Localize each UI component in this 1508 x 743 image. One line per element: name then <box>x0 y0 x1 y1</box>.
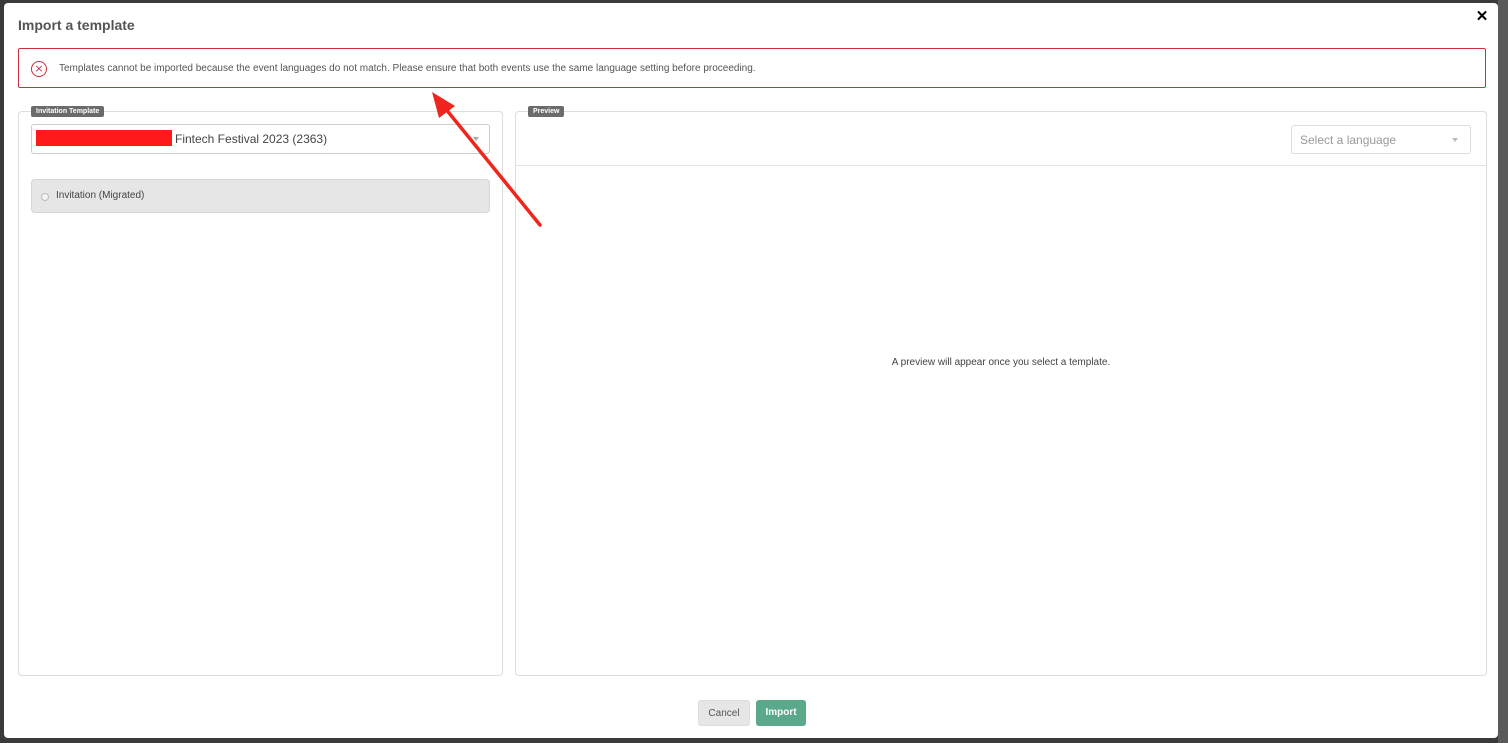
cancel-button[interactable]: Cancel <box>698 700 750 726</box>
panel-tag-invitation-template: Invitation Template <box>31 106 105 117</box>
error-alert: × Templates cannot be imported because t… <box>18 48 1486 88</box>
chevron-down-icon <box>473 137 479 141</box>
language-select-placeholder: Select a language <box>1300 133 1397 147</box>
language-select[interactable]: Select a language <box>1291 125 1471 154</box>
modal-title: Import a template <box>18 17 135 33</box>
close-icon[interactable]: ✕ <box>1474 9 1490 25</box>
import-button[interactable]: Import <box>756 700 806 726</box>
event-select-value: Fintech Festival 2023 (2363) <box>175 132 328 146</box>
invitation-template-panel: Invitation Template Fintech Festival 202… <box>18 106 503 676</box>
error-circle-icon: × <box>31 61 47 77</box>
background-overlay <box>1498 0 1508 743</box>
alert-message: Templates cannot be imported because the… <box>59 63 756 74</box>
redacted-region <box>36 130 172 146</box>
radio-button[interactable] <box>41 193 49 201</box>
import-template-modal: Import a template ✕ × Templates cannot b… <box>4 3 1498 738</box>
preview-empty-message: A preview will appear once you select a … <box>891 357 1111 368</box>
chevron-down-icon <box>1452 138 1458 142</box>
preview-panel: Preview Select a language A preview will… <box>515 106 1487 676</box>
template-item-label: Invitation (Migrated) <box>56 190 145 201</box>
template-list-item[interactable]: Invitation (Migrated) <box>31 179 490 213</box>
preview-header: Select a language <box>516 112 1486 166</box>
event-select[interactable]: Fintech Festival 2023 (2363) <box>31 124 490 154</box>
